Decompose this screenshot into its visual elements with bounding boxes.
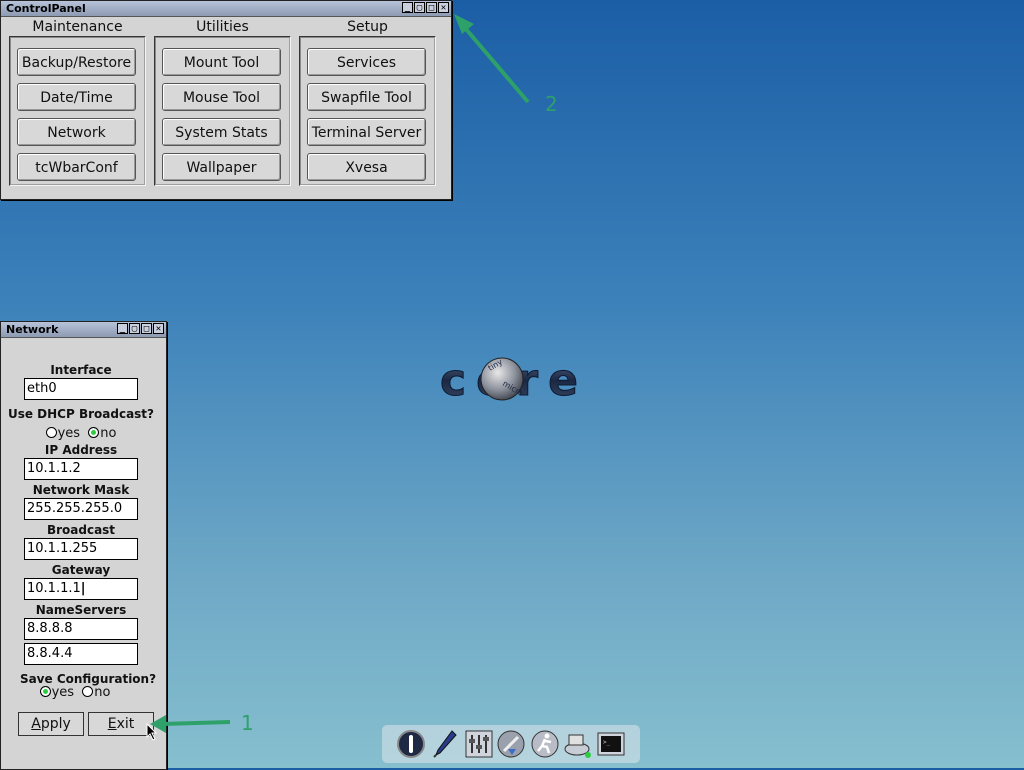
tcwbarconf-button[interactable]: tcWbarConf	[17, 153, 136, 181]
setup-column: Setup Services Swapfile Tool Terminal Se…	[299, 18, 436, 186]
window-title: Network	[6, 323, 59, 336]
broadcast-field[interactable]: 10.1.1.255	[24, 538, 138, 560]
network-mask-label: Network Mask	[32, 483, 130, 497]
network-mask-field[interactable]: 255.255.255.0	[24, 498, 138, 520]
control-panel-titlebar[interactable]: ControlPanel _ ▢ □ ✕	[1, 1, 451, 17]
gateway-field[interactable]: 10.1.1.1|	[24, 578, 138, 600]
annotation-arrow-2	[454, 14, 530, 104]
column-heading: Utilities	[196, 19, 249, 35]
apply-button[interactable]: Apply	[18, 712, 84, 736]
save-yes-radio[interactable]	[39, 686, 51, 697]
restore-icon[interactable]: ▢	[129, 323, 140, 334]
maximize-icon[interactable]: □	[141, 323, 152, 334]
nameservers-label: NameServers	[35, 603, 127, 617]
apps-download-icon[interactable]	[496, 729, 526, 759]
svg-text:>_: >_	[603, 739, 611, 746]
wbar-dock: >_	[382, 725, 640, 763]
maintenance-group: Backup/Restore Date/Time Network tcWbarC…	[9, 36, 146, 186]
annotation-arrow-1	[150, 715, 231, 733]
editor-pen-icon[interactable]	[430, 729, 460, 759]
maintenance-column: Maintenance Backup/Restore Date/Time Net…	[9, 18, 146, 186]
date-time-button[interactable]: Date/Time	[17, 83, 136, 111]
dhcp-label: Use DHCP Broadcast?	[7, 407, 155, 421]
ip-address-field[interactable]: 10.1.1.2	[24, 458, 138, 480]
broadcast-label: Broadcast	[46, 523, 116, 537]
mount-drive-icon[interactable]	[563, 729, 593, 759]
restore-icon[interactable]: ▢	[414, 2, 425, 13]
save-no-radio[interactable]	[82, 686, 94, 697]
control-panel-window: ControlPanel _ ▢ □ ✕ Maintenance Backup/…	[0, 0, 452, 200]
close-icon[interactable]: ✕	[153, 323, 164, 334]
maximize-icon[interactable]: □	[426, 2, 437, 13]
annotation-label-1: 1	[241, 711, 254, 735]
save-config-label: Save Configuration?	[19, 672, 157, 686]
ip-address-label: IP Address	[44, 443, 118, 457]
minimize-icon[interactable]: _	[402, 2, 413, 13]
mouse-tool-button[interactable]: Mouse Tool	[162, 83, 281, 111]
nameserver-2-field[interactable]: 8.8.4.4	[24, 643, 138, 665]
system-stats-button[interactable]: System Stats	[162, 118, 281, 146]
dhcp-radio-group: yes no	[1, 426, 161, 441]
dhcp-no-label: no	[100, 426, 117, 441]
tinycore-logo: core tiny micro	[440, 355, 579, 407]
network-button[interactable]: Network	[17, 118, 136, 146]
control-panel-icon[interactable]	[464, 729, 494, 759]
xvesa-button[interactable]: Xvesa	[307, 153, 426, 181]
column-heading: Maintenance	[32, 19, 123, 35]
save-radio-group: yes no	[0, 685, 155, 700]
run-icon[interactable]	[530, 729, 560, 759]
nameserver-1-field[interactable]: 8.8.8.8	[24, 618, 138, 640]
wallpaper-button[interactable]: Wallpaper	[162, 153, 281, 181]
dhcp-yes-label: yes	[57, 426, 81, 441]
swapfile-tool-button[interactable]: Swapfile Tool	[307, 83, 426, 111]
network-window: Network _ ▢ □ ✕ Interface eth0 Use DHCP …	[0, 321, 167, 770]
save-no-label: no	[94, 685, 111, 700]
power-icon[interactable]	[396, 729, 426, 759]
mount-tool-button[interactable]: Mount Tool	[162, 48, 281, 76]
dhcp-no-radio[interactable]	[88, 427, 100, 438]
minimize-icon[interactable]: _	[117, 323, 128, 334]
save-yes-label: yes	[51, 685, 75, 700]
close-icon[interactable]: ✕	[438, 2, 449, 13]
interface-label: Interface	[50, 363, 112, 377]
column-heading: Setup	[347, 19, 388, 35]
exit-button[interactable]: Exit	[88, 712, 154, 736]
dhcp-yes-radio[interactable]	[45, 427, 57, 438]
gateway-label: Gateway	[51, 563, 111, 577]
services-button[interactable]: Services	[307, 48, 426, 76]
window-title: ControlPanel	[6, 2, 86, 15]
backup-restore-button[interactable]: Backup/Restore	[17, 48, 136, 76]
utilities-column: Utilities Mount Tool Mouse Tool System S…	[154, 18, 291, 186]
interface-field[interactable]: eth0	[24, 378, 138, 400]
terminal-icon[interactable]: >_	[596, 729, 626, 759]
network-titlebar[interactable]: Network _ ▢ □ ✕	[1, 322, 166, 338]
terminal-server-button[interactable]: Terminal Server	[307, 118, 426, 146]
annotation-label-2: 2	[545, 92, 558, 116]
utilities-group: Mount Tool Mouse Tool System Stats Wallp…	[154, 36, 291, 186]
setup-group: Services Swapfile Tool Terminal Server X…	[299, 36, 436, 186]
